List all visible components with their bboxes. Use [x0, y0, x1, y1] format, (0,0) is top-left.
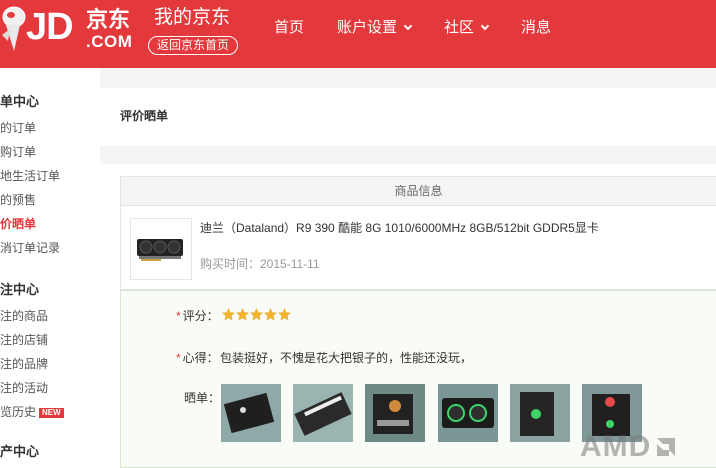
chevron-down-icon	[403, 21, 413, 31]
photos-label: 晒单：	[184, 391, 221, 405]
review-comment-text[interactable]: 包装挺好，不愧是花大把银子的，性能还没玩，	[220, 350, 472, 366]
sidebar-item-followed-activities[interactable]: 注的活动	[0, 380, 48, 396]
sidebar: 单中心 的订单 购订单 地生活订单 的预售 价晒单 消订单记录 注中心 注的商品…	[0, 68, 100, 468]
review-card: 商品信息 迪兰（Dataland）R9 390 酷能 8G 1010/6000M…	[100, 164, 716, 468]
sidebar-item-presale[interactable]: 的预售	[0, 192, 36, 208]
sidebar-item-followed-shops[interactable]: 注的店铺	[0, 332, 48, 348]
rating-label: * 评分：	[176, 308, 219, 324]
nav-messages[interactable]: 消息	[521, 0, 551, 68]
new-badge: NEW	[39, 408, 64, 418]
nav-home-label: 首页	[274, 19, 305, 36]
sidebar-group-follows: 注中心	[0, 282, 40, 297]
page-title: 评价晒单	[120, 109, 169, 123]
sidebar-item-followed-products[interactable]: 注的商品	[0, 308, 48, 324]
nav-community-label: 社区	[444, 19, 475, 36]
comment-label: * 心得：	[176, 350, 219, 366]
jd-logo[interactable]: JD 京东 .COM	[0, 5, 140, 57]
star-icon[interactable]	[222, 308, 235, 321]
top-header: JD 京东 .COM 我的京东 返回京东首页 首页 账户设置 社区 消息	[0, 0, 716, 68]
review-photo-5[interactable]	[510, 384, 570, 442]
nav-account-settings[interactable]: 账户设置	[337, 0, 413, 68]
purchase-time: 购买时间：2015-11-11	[200, 257, 320, 271]
star-icon[interactable]	[236, 308, 249, 321]
sidebar-item-group-buy-orders[interactable]: 购订单	[0, 144, 36, 160]
amd-arrow-icon	[657, 438, 676, 456]
review-photo-1[interactable]	[221, 384, 281, 442]
star-rating[interactable]	[222, 308, 292, 324]
nav-community[interactable]: 社区	[444, 0, 490, 68]
product-info-header: 商品信息	[121, 177, 716, 206]
photo-2-image	[293, 384, 353, 442]
rating-label-text: 评分：	[182, 309, 219, 323]
review-photo-3[interactable]	[365, 384, 425, 442]
star-icon[interactable]	[264, 308, 277, 321]
amd-watermark-text: AMD	[580, 430, 652, 463]
product-thumbnail[interactable]	[130, 218, 192, 280]
sidebar-item-browse-history[interactable]: 览历史 NEW	[0, 404, 64, 420]
back-home-button[interactable]: 返回京东首页	[148, 36, 239, 55]
review-photo-4[interactable]	[438, 384, 498, 442]
photo-1-image	[221, 384, 281, 442]
sidebar-item-review[interactable]: 价晒单	[0, 216, 36, 232]
product-name-link[interactable]: 迪兰（Dataland）R9 390 酷能 8G 1010/6000MHz 8G…	[200, 220, 599, 236]
sidebar-group-assets: 产中心	[0, 444, 40, 459]
site-title: 我的京东	[154, 7, 231, 28]
sidebar-item-local-life-orders[interactable]: 地生活订单	[0, 168, 60, 184]
sidebar-item-cancelled-orders[interactable]: 消订单记录	[0, 240, 60, 256]
required-asterisk: *	[176, 351, 181, 365]
sidebar-group-orders: 单中心	[0, 94, 40, 109]
review-photo-2[interactable]	[293, 384, 353, 442]
page-title-card: 评价晒单	[100, 88, 716, 146]
required-asterisk: *	[176, 309, 181, 323]
nav-account-settings-label: 账户设置	[337, 19, 398, 36]
photo-3-image	[365, 384, 425, 442]
logo-com-text: .COM	[86, 32, 133, 51]
sidebar-item-followed-brands[interactable]: 注的品牌	[0, 356, 48, 372]
sidebar-item-my-orders[interactable]: 的订单	[0, 120, 36, 136]
photo-5-image	[510, 384, 570, 442]
logo-cn-text: 京东	[86, 7, 131, 32]
logo-jd-text: JD	[26, 6, 74, 48]
graphics-card-image	[137, 239, 183, 261]
nav-messages-label: 消息	[521, 19, 552, 36]
chevron-down-icon	[480, 21, 490, 31]
amd-watermark: AMD	[580, 430, 677, 464]
star-icon[interactable]	[250, 308, 263, 321]
browse-history-label: 览历史	[0, 405, 37, 419]
nav-home[interactable]: 首页	[274, 0, 304, 68]
photo-4-image	[438, 384, 498, 442]
star-icon[interactable]	[278, 308, 291, 321]
comment-label-text: 心得：	[182, 351, 219, 365]
